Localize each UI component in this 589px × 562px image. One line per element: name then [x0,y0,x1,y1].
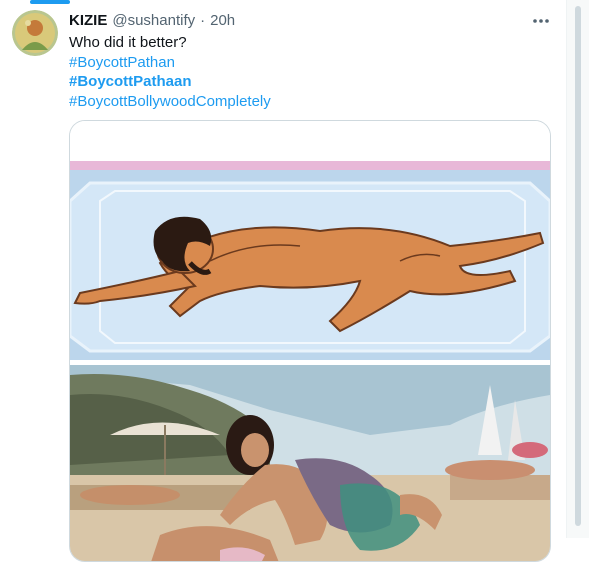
hashtag-link[interactable]: #BoycottBollywoodCompletely [69,92,539,112]
scrollbar-thumb[interactable] [575,6,581,526]
separator-dot: · [200,11,206,29]
hashtag-link[interactable]: #BoycottPathaan [69,72,539,92]
avatar[interactable] [12,10,58,56]
tweet-timestamp[interactable]: 20h [210,12,235,29]
media-image-photo[interactable] [70,365,550,562]
display-name[interactable]: KIZIE [69,12,107,29]
avatar-image [12,10,58,56]
more-dots-icon [533,19,549,23]
tweet-text: Who did it better? #BoycottPathan #Boyco… [69,33,539,111]
tab-active-indicator [30,0,70,4]
tweet-text-line: Who did it better? [69,34,187,51]
tweet-media[interactable] [69,120,551,562]
user-handle[interactable]: @sushantify [112,12,195,29]
media-image-cartoon[interactable] [70,121,550,365]
more-options-button[interactable] [528,10,554,32]
tweet-header: KIZIE @sushantify · 20h [69,9,235,31]
scrollbar[interactable] [566,0,589,538]
hashtag-link[interactable]: #BoycottPathan [69,53,539,73]
